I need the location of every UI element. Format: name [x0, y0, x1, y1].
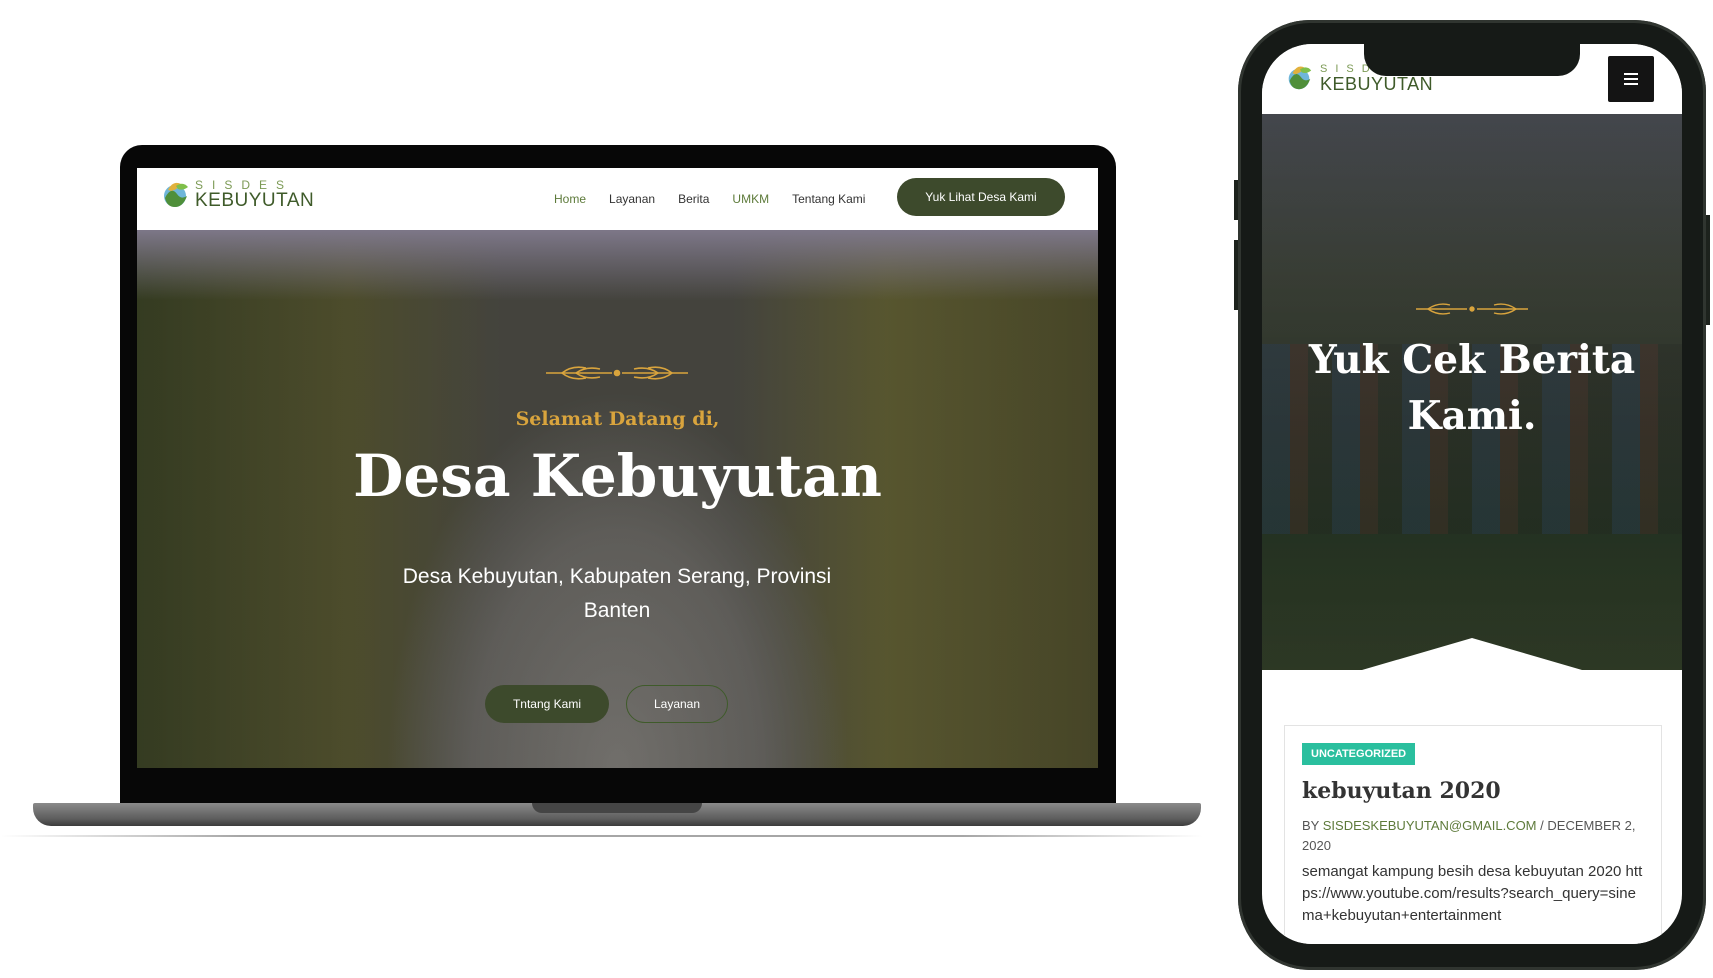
- leaf-globe-logo-icon: [159, 178, 191, 210]
- post-meta-separator: /: [1540, 818, 1544, 833]
- hamburger-menu-icon[interactable]: [1608, 56, 1654, 102]
- nav-layanan[interactable]: Layanan: [609, 192, 655, 206]
- hero-chevron-divider: [1262, 638, 1682, 674]
- nav-umkm[interactable]: UMKM: [732, 192, 769, 206]
- post-meta: BY SISDESKEBUYUTAN@GMAIL.COM / DECEMBER …: [1302, 816, 1647, 856]
- nav-tentang-kami[interactable]: Tentang Kami: [792, 192, 865, 206]
- post-title[interactable]: kebuyutan 2020: [1302, 778, 1501, 804]
- phone-hero: Yuk Cek Berita Kami.: [1262, 114, 1682, 670]
- layanan-button[interactable]: Layanan: [626, 685, 728, 723]
- post-excerpt: semangat kampung besih desa kebuyutan 20…: [1302, 863, 1643, 924]
- phone-side-button-right: [1706, 215, 1710, 325]
- post-card[interactable]: UNCATEGORIZED kebuyutan 2020 BY SISDESKE…: [1284, 725, 1662, 944]
- post-by-label: BY: [1302, 818, 1320, 833]
- laptop-navbar: SISDES KEBUYUTAN Home Layanan Berita UMK…: [137, 168, 1098, 230]
- post-author-link[interactable]: SISDESKEBUYUTAN@GMAIL.COM: [1323, 818, 1537, 833]
- wheat-ornament-icon: [542, 362, 692, 389]
- hero-welcome-text: Selamat Datang di,: [515, 408, 720, 430]
- site-logo[interactable]: SISDES KEBUYUTAN: [159, 178, 314, 210]
- phone-logo-bottom-text: KEBUYUTAN: [1320, 73, 1434, 94]
- tentang-kami-button[interactable]: Tntang Kami: [485, 685, 609, 723]
- leaf-globe-logo-icon: [1284, 62, 1316, 94]
- laptop-hinge: [532, 803, 702, 813]
- logo-bottom-text: KEBUYUTAN: [195, 189, 315, 211]
- laptop-shadow: [0, 835, 1203, 837]
- hero-title: Desa Kebuyutan: [353, 442, 882, 510]
- wheat-ornament-icon: [1412, 300, 1532, 323]
- laptop-main-menu: Home Layanan Berita UMKM Tentang Kami: [554, 168, 888, 230]
- yuk-lihat-desa-button[interactable]: Yuk Lihat Desa Kami: [897, 178, 1065, 216]
- laptop-hero: Selamat Datang di, Desa Kebuyutan Desa K…: [137, 230, 1098, 768]
- category-badge[interactable]: UNCATEGORIZED: [1302, 743, 1416, 765]
- phone-hero-title: Yuk Cek Berita Kami.: [1308, 337, 1636, 439]
- nav-home[interactable]: Home: [554, 192, 586, 206]
- phone-notch: [1364, 44, 1580, 76]
- nav-berita[interactable]: Berita: [678, 192, 709, 206]
- logo-top-text: SISDES: [195, 177, 294, 192]
- phone-screen: SISDES KEBUYUTAN Yuk Cek Berita Kami. UN…: [1262, 44, 1682, 944]
- hero-subtitle: Desa Kebuyutan, Kabupaten Serang, Provin…: [402, 565, 832, 622]
- laptop-screen: SISDES KEBUYUTAN Home Layanan Berita UMK…: [137, 168, 1098, 768]
